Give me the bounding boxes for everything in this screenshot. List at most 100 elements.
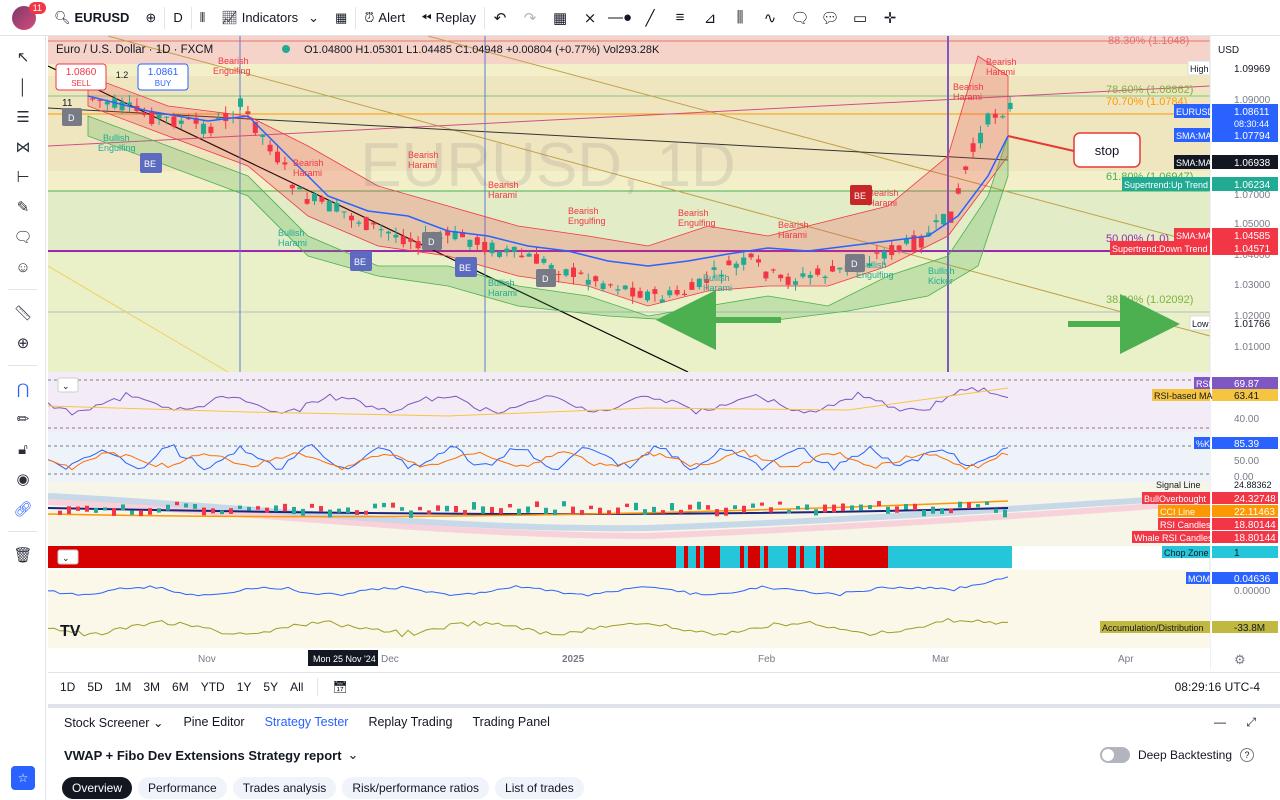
eye-icon[interactable]: ◉ <box>0 464 46 494</box>
redo-button[interactable]: ↷ <box>515 3 545 33</box>
range-all[interactable]: All <box>284 680 309 694</box>
zoom-in-icon[interactable]: ⊕ <box>0 328 46 358</box>
comment-tool[interactable]: 💬︎ <box>815 3 845 33</box>
report-title[interactable]: VWAP + Fibo Dev Extensions Strategy repo… <box>64 748 342 763</box>
range-1y[interactable]: 1Y <box>231 680 258 694</box>
magnet-icon[interactable]: ⋂ <box>0 374 46 404</box>
maximize-icon[interactable]: ⤢ <box>1246 715 1256 730</box>
settings-gear-icon[interactable]: ⚙ <box>1234 652 1246 667</box>
ruler-icon[interactable]: 📏︎ <box>0 298 46 328</box>
trash-icon[interactable]: 🗑︎ <box>0 540 46 570</box>
star-icon[interactable]: ☆ <box>11 766 35 790</box>
link-icon[interactable]: 🔗︎ <box>0 494 46 524</box>
undo-button[interactable]: ↶ <box>485 3 515 33</box>
range-3m[interactable]: 3M <box>137 680 166 694</box>
range-ytd[interactable]: YTD <box>195 680 231 694</box>
tab-pine-editor[interactable]: Pine Editor <box>173 715 254 729</box>
chop-bar <box>840 546 844 568</box>
table-tool[interactable]: ▦ <box>545 3 575 33</box>
volume-profile-tool[interactable]: ⫼ <box>725 3 755 33</box>
drawing-toolbar: ↖ │ ☰ ⋈ ⊢ ✎ 🗨︎ ☺︎ 📏︎ ⊕ ⋂ ✏︎ 🔓︎ ◉ 🔗︎ 🗑︎ ☆ <box>0 36 46 800</box>
tab-risk-ratios[interactable]: Risk/performance ratios <box>342 777 490 799</box>
clock-display[interactable]: 08:29:16 UTC-4 <box>1175 680 1260 694</box>
pattern-icon[interactable]: ⋈ <box>0 132 46 162</box>
chop-bar <box>288 546 292 568</box>
chart-area[interactable]: EURUSD, 1D Bearish Engulfing Bullish Eng… <box>47 35 1280 670</box>
interval-button[interactable]: D <box>165 0 190 36</box>
chop-bar <box>788 546 792 568</box>
chop-bar <box>772 546 776 568</box>
deep-backtesting-toggle[interactable] <box>1099 747 1130 763</box>
rsi-candle <box>769 507 773 513</box>
gann-tool[interactable]: ⊿ <box>695 3 725 33</box>
rsi-candle <box>112 508 116 516</box>
candle-body <box>504 248 510 253</box>
chop-bar <box>544 546 548 568</box>
range-1m[interactable]: 1M <box>109 680 138 694</box>
avatar[interactable]: 11 <box>12 1 46 30</box>
chart-type-button[interactable]: ⫴ <box>192 0 213 36</box>
candle-body <box>696 278 702 288</box>
indicators-button[interactable]: 📈︎ Indicators ⌄ <box>213 0 327 36</box>
candle-body <box>682 293 687 295</box>
tab-overview[interactable]: Overview <box>62 777 133 799</box>
chop-bar <box>264 546 268 568</box>
cursor-icon[interactable]: ↖ <box>0 42 46 72</box>
chop-bar <box>52 546 56 568</box>
symbol-search[interactable]: 🔍︎ EURUSD <box>46 0 137 36</box>
tab-strategy-tester[interactable]: Strategy Tester <box>255 715 359 729</box>
tab-trading-panel[interactable]: Trading Panel <box>463 715 560 729</box>
chevron-down-icon[interactable]: ⌄ <box>348 747 359 763</box>
tab-trades-analysis[interactable]: Trades analysis <box>232 777 337 799</box>
minimize-icon[interactable]: — <box>1214 715 1226 729</box>
lock-icon[interactable]: 🔓︎ <box>0 434 46 464</box>
range-1d[interactable]: 1D <box>54 680 81 694</box>
indicator-count[interactable]: 11 <box>62 98 73 109</box>
horizontal-ray-tool[interactable]: —● <box>605 3 635 33</box>
tab-replay-trading[interactable]: Replay Trading <box>358 715 462 729</box>
trend-line-icon[interactable]: │ <box>0 72 46 102</box>
chop-bar <box>644 546 648 568</box>
fib-icon[interactable]: ☰ <box>0 102 46 132</box>
rsi-candle <box>319 506 323 512</box>
calendar-icon[interactable]: 📅︎ <box>326 680 353 694</box>
currency-label[interactable]: USD <box>1218 45 1239 56</box>
wave-tool[interactable]: ∿ <box>755 3 785 33</box>
chop-bar <box>1004 546 1008 568</box>
candle-body <box>807 274 813 278</box>
compare-button[interactable]: ⊕ <box>137 0 164 36</box>
cci-label: CCI Line <box>1160 507 1195 517</box>
range-6m[interactable]: 6M <box>166 680 195 694</box>
callout-tool[interactable]: 🗨︎ <box>785 3 815 33</box>
fib-tool[interactable]: ≡ <box>665 3 695 33</box>
grid-icon: ▦ <box>334 9 348 25</box>
emoji-icon[interactable]: ☺︎ <box>0 252 46 282</box>
chop-bar <box>96 546 100 568</box>
text-icon[interactable]: 🗨︎ <box>0 222 46 252</box>
tab-stock-screener[interactable]: Stock Screener ⌄ <box>54 715 173 730</box>
layouts-button[interactable]: ▦ <box>327 0 355 36</box>
buy-label: BUY <box>155 79 172 88</box>
replay-button[interactable]: ⏪︎ Replay <box>413 0 484 36</box>
alert-button[interactable]: ⏰︎ Alert <box>356 0 413 36</box>
tab-performance[interactable]: Performance <box>138 777 227 799</box>
candle-body <box>756 259 761 263</box>
pattern-label: Bearish <box>953 82 984 92</box>
draw-mode-icon[interactable]: ✏︎ <box>0 404 46 434</box>
high-value: 1.09969 <box>1234 64 1271 75</box>
trendline-tool[interactable]: ╱ <box>635 3 665 33</box>
tab-list-of-trades[interactable]: List of trades <box>495 777 584 799</box>
range-5d[interactable]: 5D <box>81 680 108 694</box>
chart-svg[interactable]: EURUSD, 1D Bearish Engulfing Bullish Eng… <box>47 35 1280 670</box>
brush-icon[interactable]: ✎ <box>0 192 46 222</box>
rectangle-tool[interactable]: ▭ <box>845 3 875 33</box>
pattern-tool[interactable]: ⨯ <box>575 3 605 33</box>
chop-bar <box>536 546 540 568</box>
rsi-candle <box>76 506 80 511</box>
help-icon[interactable]: ? <box>1240 748 1254 762</box>
range-5y[interactable]: 5Y <box>257 680 284 694</box>
chop-bar <box>508 546 512 568</box>
crosshair-tool[interactable]: ✛ <box>875 3 905 33</box>
measure-icon[interactable]: ⊢ <box>0 162 46 192</box>
rsi-candle <box>337 508 341 513</box>
